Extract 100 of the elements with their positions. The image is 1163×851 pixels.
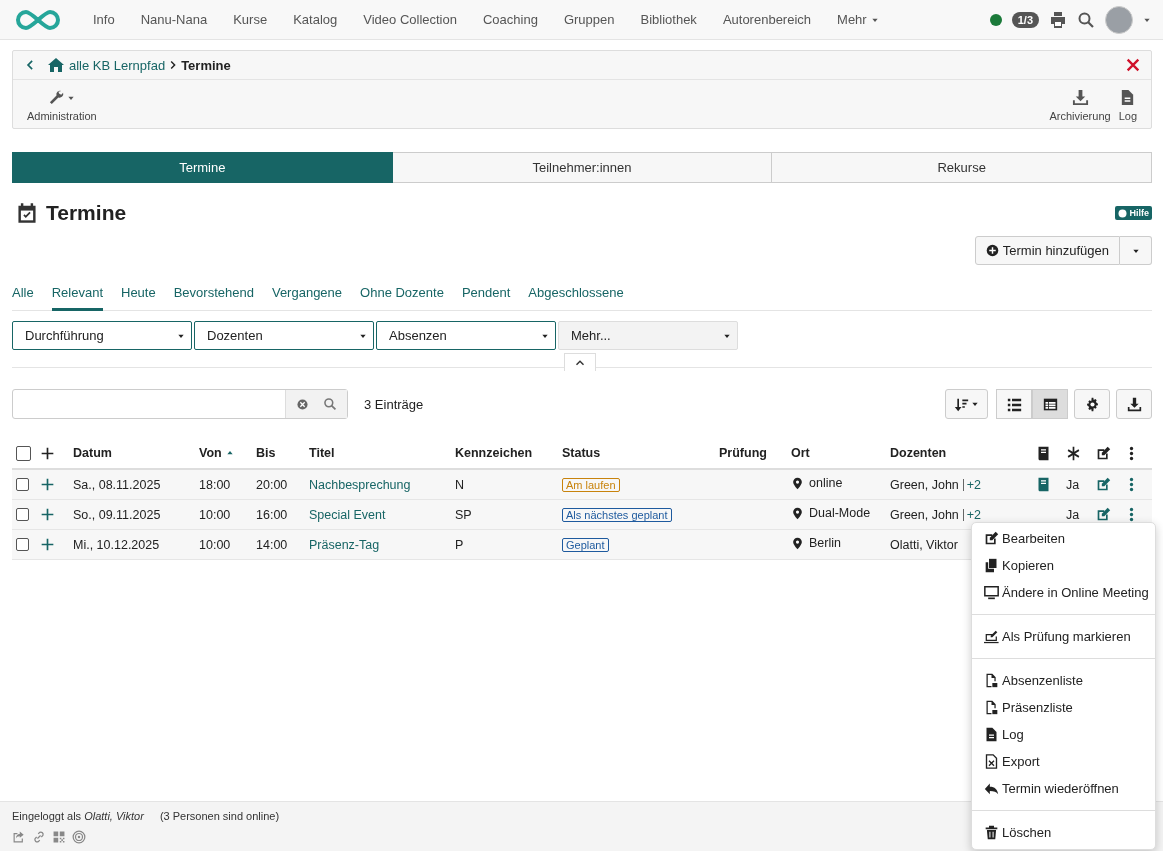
plus-icon[interactable]: [40, 537, 55, 552]
segment-tab[interactable]: Teilnehmer:innen: [392, 152, 773, 183]
row-checkbox[interactable]: [16, 538, 29, 551]
plus-icon[interactable]: [40, 507, 55, 522]
counter-badge[interactable]: 1/3: [1011, 11, 1039, 28]
column-header[interactable]: Von: [199, 446, 234, 460]
column-header[interactable]: Datum: [73, 446, 112, 460]
filter-dropdown[interactable]: Durchführung: [12, 321, 192, 350]
trash-icon: [984, 825, 999, 840]
target-icon[interactable]: [72, 830, 86, 844]
date-text: Sa., 08.11.2025: [73, 477, 161, 492]
download-button[interactable]: [1116, 389, 1152, 419]
column-header[interactable]: Dozenten: [890, 446, 947, 460]
sort-button[interactable]: [945, 389, 988, 419]
menu-item[interactable]: Löschen: [972, 819, 1155, 846]
entry-count: 3 Einträge: [364, 396, 424, 412]
plus-icon[interactable]: [40, 477, 55, 492]
column-header[interactable]: Status: [562, 446, 601, 460]
add-appointment-button[interactable]: Termin hinzufügen: [974, 236, 1120, 265]
location-text: Dual-Mode: [809, 506, 871, 521]
filter-dropdown[interactable]: Mehr...: [558, 321, 738, 350]
nav-link[interactable]: Kurse: [233, 12, 268, 27]
toolbar-button[interactable]: Archivierung: [1045, 89, 1115, 122]
menu-item[interactable]: Bearbeiten: [972, 525, 1155, 552]
infinity-logo[interactable]: [14, 7, 62, 32]
menu-item[interactable]: Kopieren: [972, 552, 1155, 579]
help-button[interactable]: Hilfe: [1115, 206, 1152, 220]
column-header[interactable]: Prüfung: [719, 446, 767, 460]
segment-tab[interactable]: Rekurse: [772, 152, 1152, 183]
filter-tab[interactable]: Bevorstehend: [173, 285, 254, 311]
menu-item[interactable]: Absenzenliste: [972, 667, 1155, 694]
search-icon[interactable]: [323, 397, 337, 411]
filter-tab[interactable]: Abgeschlossene: [528, 285, 624, 311]
time-text: 10:00: [199, 537, 231, 552]
column-header[interactable]: Titel: [309, 446, 335, 460]
filter-tab[interactable]: Relevant: [51, 285, 103, 311]
table-icon: [1042, 396, 1058, 412]
filter-tab[interactable]: Ohne Dozente: [360, 285, 444, 311]
printer-icon[interactable]: [1049, 10, 1067, 29]
filter-tab[interactable]: Pendent: [461, 285, 511, 311]
menu-item[interactable]: Ändere in Online Meeting: [972, 579, 1155, 606]
download-icon: [1126, 396, 1142, 412]
select-all-checkbox[interactable]: [16, 445, 31, 461]
view-toggle-button[interactable]: [1032, 389, 1068, 419]
edit-icon[interactable]: [1096, 507, 1111, 522]
breadcrumb-link[interactable]: alle KB Lernpfad: [69, 57, 166, 73]
nav-link[interactable]: Info: [93, 12, 115, 27]
filter-dropdown[interactable]: Absenzen: [376, 321, 556, 350]
collapse-button[interactable]: [564, 353, 596, 371]
nav-link[interactable]: Nanu-Nana: [140, 12, 208, 27]
menu-item[interactable]: Termin wiederöffnen: [972, 775, 1155, 802]
toolbar-button[interactable]: Administration: [23, 89, 101, 122]
plus-icon[interactable]: [40, 445, 55, 461]
nav-link[interactable]: Katalog: [293, 12, 338, 27]
filter-dropdown[interactable]: Dozenten: [194, 321, 374, 350]
date-text: Mi., 10.12.2025: [73, 537, 160, 552]
appointment-link[interactable]: Nachbesprechung: [309, 477, 411, 492]
nav-link[interactable]: Mehr: [837, 12, 879, 27]
date-text: So., 09.11.2025: [73, 507, 161, 522]
book-icon[interactable]: [1036, 477, 1051, 492]
nav-link[interactable]: Video Collection: [363, 12, 457, 27]
row-checkbox[interactable]: [16, 508, 29, 521]
qr-code-icon[interactable]: [52, 830, 66, 844]
column-header[interactable]: Ort: [791, 446, 810, 460]
menu-item[interactable]: Als Prüfung markieren: [972, 623, 1155, 650]
more-lecturers-link[interactable]: +2: [966, 507, 982, 522]
nav-link[interactable]: Coaching: [482, 12, 538, 27]
search-field[interactable]: [12, 389, 348, 419]
appointment-link[interactable]: Präsenz-Tag: [309, 537, 380, 552]
share-icon[interactable]: [12, 830, 26, 844]
toolbar-button[interactable]: Log: [1114, 89, 1141, 122]
appointment-link[interactable]: Special Event: [309, 507, 386, 522]
column-header[interactable]: Bis: [256, 446, 276, 460]
link-icon[interactable]: [32, 830, 46, 844]
sort-icon: [954, 396, 969, 412]
more-lecturers-link[interactable]: +2: [966, 477, 982, 492]
edit-icon[interactable]: [1096, 477, 1111, 492]
sort-up-icon: [225, 449, 234, 457]
close-icon[interactable]: [1125, 57, 1141, 73]
filter-tab[interactable]: Heute: [121, 285, 156, 311]
home-icon[interactable]: [47, 56, 65, 74]
code-text: P: [455, 537, 464, 552]
search-icon[interactable]: [1077, 10, 1095, 29]
filter-tab[interactable]: Vergangene: [271, 285, 343, 311]
menu-item[interactable]: Präsenzliste: [972, 694, 1155, 721]
menu-item[interactable]: Log: [972, 721, 1155, 748]
segment-tab[interactable]: Termine: [12, 152, 393, 183]
clear-icon[interactable]: [296, 397, 309, 411]
book-icon: [1036, 445, 1051, 461]
view-toggle-button[interactable]: [996, 389, 1032, 419]
caret-icon: [971, 400, 979, 408]
menu-item[interactable]: Export: [972, 748, 1155, 775]
filter-tab[interactable]: Alle: [12, 285, 34, 311]
column-header[interactable]: Kennzeichen: [455, 446, 533, 460]
row-checkbox[interactable]: [16, 478, 29, 491]
settings-button[interactable]: [1074, 389, 1110, 419]
nav-link[interactable]: Autorenbereich: [722, 12, 812, 27]
nav-link[interactable]: Bibliothek: [640, 12, 697, 27]
nav-link[interactable]: Gruppen: [563, 12, 615, 27]
lecturer-text: Olatti, Viktor: [890, 537, 958, 552]
